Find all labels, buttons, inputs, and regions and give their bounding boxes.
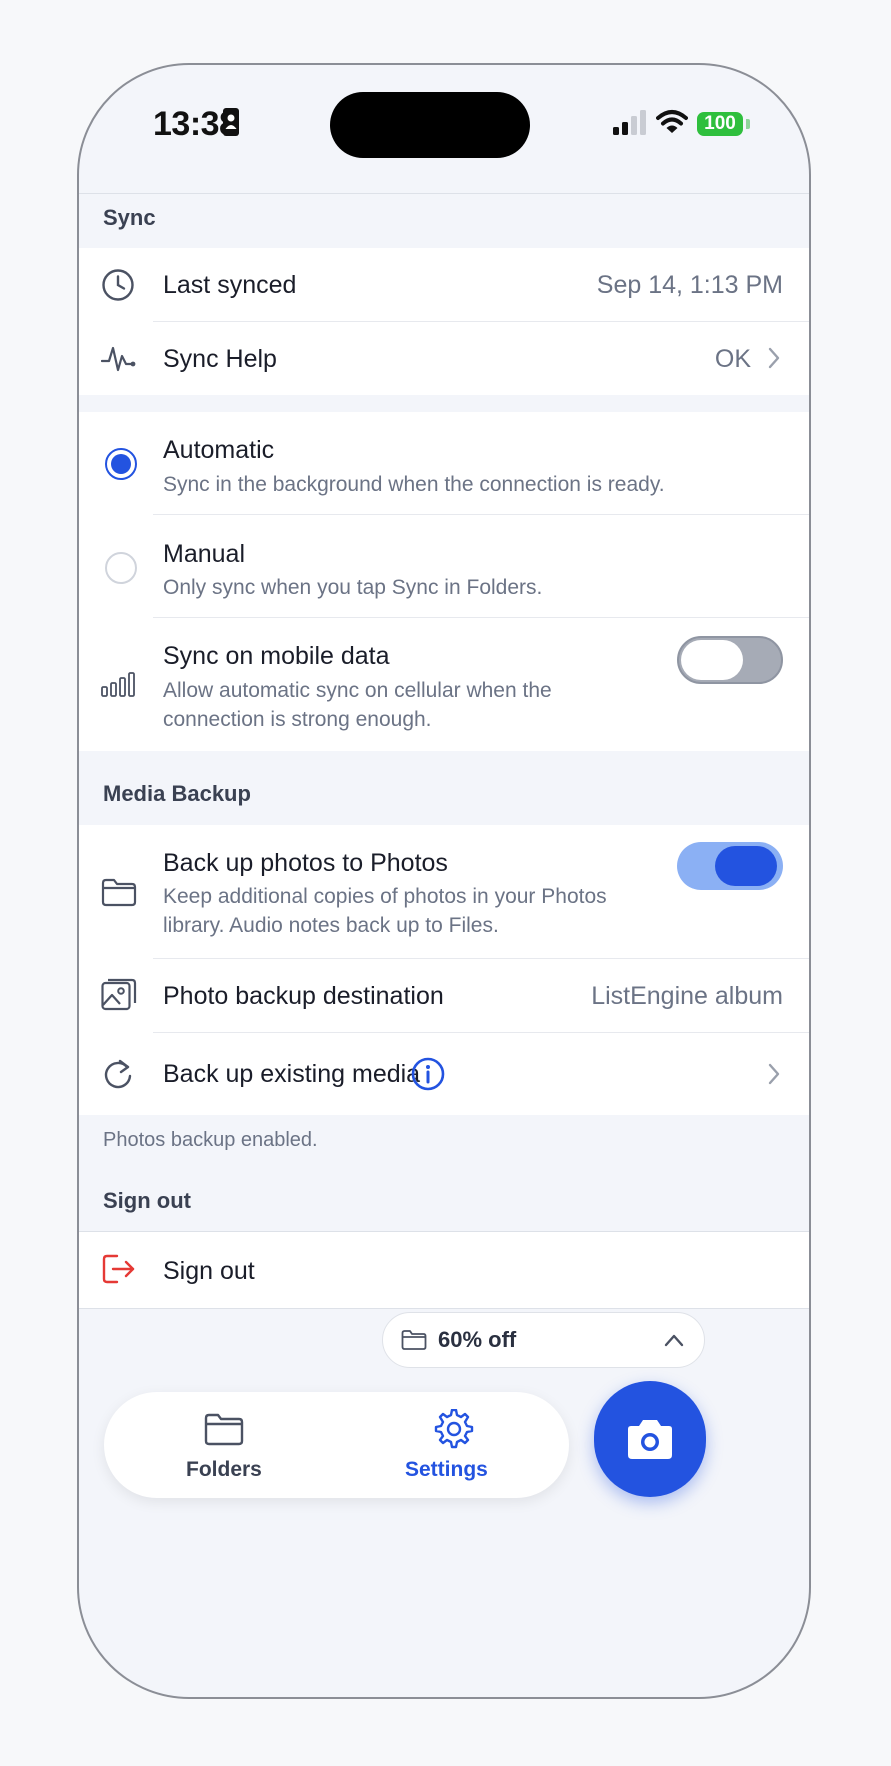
refresh-icon (104, 1059, 132, 1089)
gear-icon (434, 1409, 474, 1449)
camera-button[interactable] (594, 1381, 706, 1497)
folder-icon (401, 1330, 427, 1350)
automatic-description: Sync in the background when the connecti… (163, 473, 665, 496)
status-bar: 13:38 100 (79, 65, 809, 193)
folder-icon (101, 878, 137, 907)
mobile-data-toggle[interactable] (677, 636, 783, 684)
automatic-radio[interactable] (105, 448, 137, 480)
folder-icon (204, 1413, 244, 1446)
automatic-option[interactable]: Automatic Sync in the background when th… (79, 412, 809, 514)
tab-folders-label: Folders (186, 1458, 262, 1481)
last-synced-row: Last synced Sep 14, 1:13 PM (79, 248, 809, 321)
media-backup-group: Back up photos to Photos Keep additional… (79, 825, 809, 1115)
signout-label: Sign out (163, 1257, 255, 1285)
wifi-icon (656, 110, 688, 133)
cellular-bars-icon (101, 672, 135, 697)
backup-photos-toggle[interactable] (677, 842, 783, 890)
sign-out-icon (102, 1254, 135, 1284)
media-section-header: Media Backup (103, 781, 251, 806)
backup-photos-description-line2: library. Audio notes back up to Files. (163, 914, 499, 937)
info-icon[interactable] (411, 1057, 445, 1091)
chevron-right-icon (768, 347, 780, 369)
sync-help-value: OK (714, 345, 751, 373)
sync-help-label: Sync Help (163, 345, 277, 373)
backup-photos-label: Back up photos to Photos (163, 849, 448, 877)
sync-help-row[interactable]: Sync Help OK (79, 322, 809, 395)
nav-divider (79, 193, 809, 194)
sync-info-group: Last synced Sep 14, 1:13 PM Sync Help OK (79, 248, 809, 395)
destination-label: Photo backup destination (163, 982, 444, 1010)
clock-icon (102, 269, 134, 301)
promo-pill[interactable]: 60% off (382, 1312, 705, 1368)
tab-settings[interactable]: Settings (399, 1392, 509, 1498)
photo-gallery-icon (101, 978, 137, 1011)
person-card-icon (223, 108, 239, 136)
manual-label: Manual (163, 540, 245, 568)
last-synced-value: Sep 14, 1:13 PM (596, 271, 783, 299)
signout-section-header: Sign out (103, 1188, 191, 1213)
tab-bar: Folders Settings (104, 1392, 569, 1498)
chevron-up-icon (664, 1334, 684, 1347)
existing-media-label: Back up existing media (163, 1060, 421, 1088)
tab-folders[interactable]: Folders (174, 1392, 274, 1498)
dynamic-island (330, 92, 530, 158)
mobile-data-label: Sync on mobile data (163, 642, 390, 670)
sync-mode-group: Automatic Sync in the background when th… (79, 412, 809, 751)
last-synced-label: Last synced (163, 271, 297, 299)
mobile-data-row: Sync on mobile data Allow automatic sync… (79, 618, 809, 751)
mobile-data-description-line2: connection is strong enough. (163, 708, 432, 731)
chevron-right-icon (768, 1063, 780, 1085)
destination-row[interactable]: Photo backup destination ListEngine albu… (79, 959, 809, 1032)
battery-indicator: 100 (697, 112, 743, 136)
cellular-signal-icon (613, 110, 646, 135)
media-footer-note: Photos backup enabled. (103, 1129, 318, 1151)
manual-option[interactable]: Manual Only sync when you tap Sync in Fo… (79, 515, 809, 617)
manual-description: Only sync when you tap Sync in Folders. (163, 576, 543, 599)
manual-radio[interactable] (105, 552, 137, 584)
promo-label: 60% off (438, 1327, 517, 1352)
destination-value: ListEngine album (591, 982, 783, 1010)
backup-photos-row: Back up photos to Photos Keep additional… (79, 825, 809, 958)
automatic-label: Automatic (163, 436, 275, 464)
phone-frame: 13:38 100 Sync Last synced Sep 14, 1:13 … (77, 63, 811, 1699)
signout-group: Sign out (79, 1231, 809, 1309)
existing-media-row[interactable]: Back up existing media (79, 1033, 809, 1115)
signout-row[interactable]: Sign out (79, 1232, 809, 1308)
camera-icon (628, 1420, 672, 1459)
sync-section-header: Sync (103, 205, 156, 230)
tab-settings-label: Settings (405, 1458, 488, 1481)
activity-pulse-icon (101, 346, 136, 372)
battery-tip (746, 119, 750, 129)
